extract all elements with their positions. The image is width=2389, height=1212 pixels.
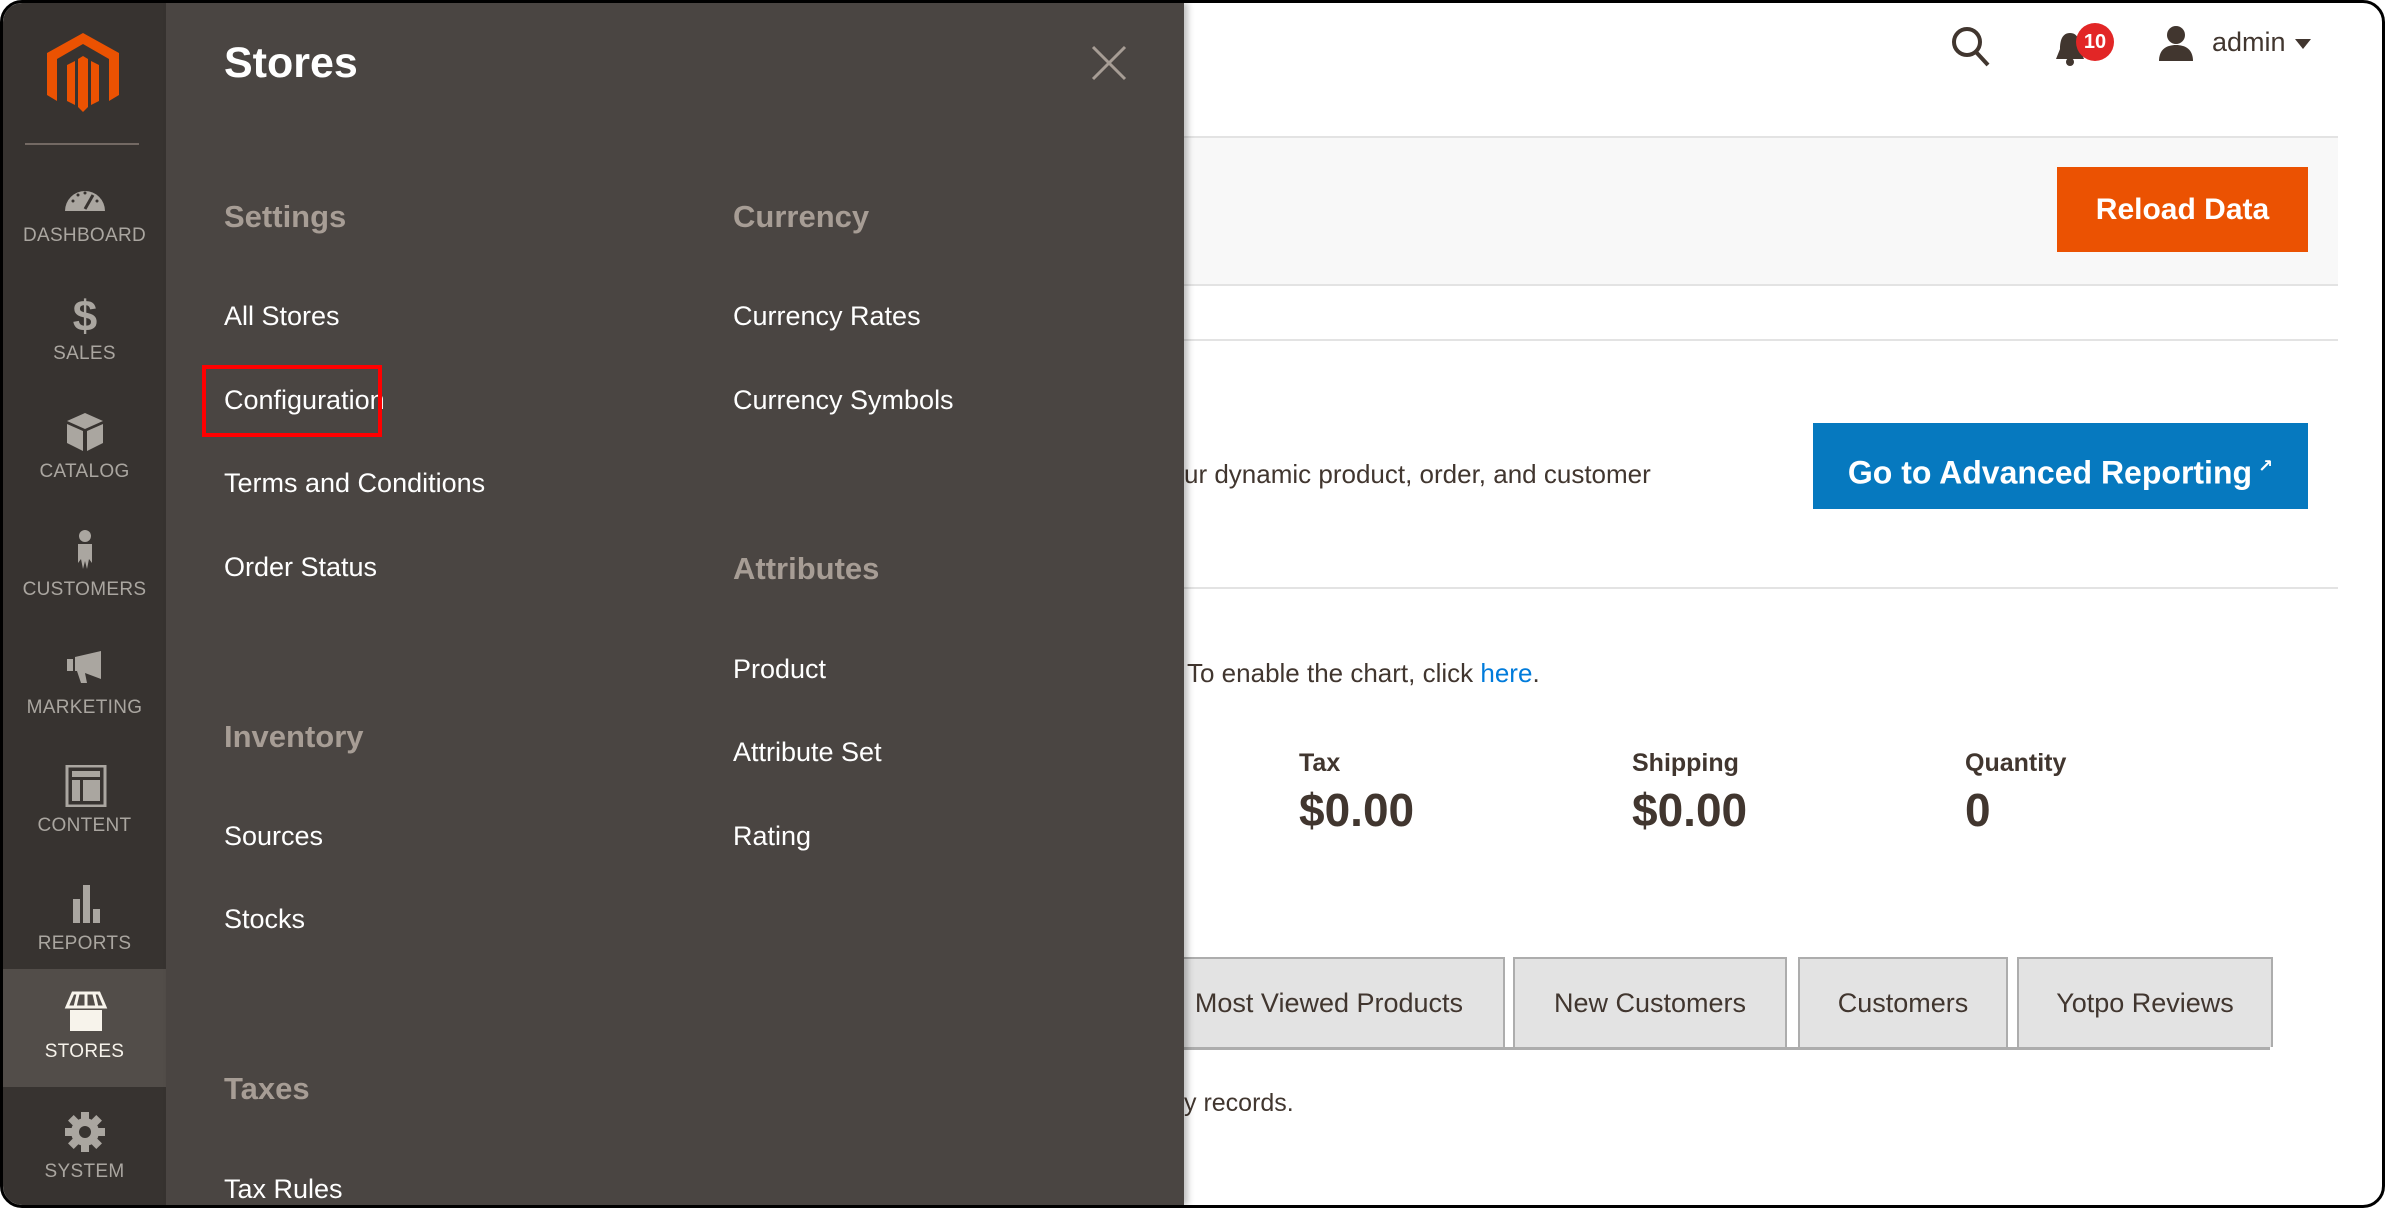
storefront-icon <box>64 991 107 1031</box>
app-window: DASHBOARD $ SALES CATALOG CUSTOMERS MARK… <box>0 0 2385 1208</box>
menu-item-stocks[interactable]: Stocks <box>224 904 305 935</box>
enable-chart-link[interactable]: here <box>1480 658 1532 688</box>
stat-label-tax: Tax <box>1299 749 1341 777</box>
section-heading-settings: Settings <box>224 199 347 234</box>
menu-item-terms-and-conditions[interactable]: Terms and Conditions <box>224 468 485 499</box>
chart-message-text: To enable the chart, click <box>1187 658 1481 688</box>
chevron-down-icon[interactable] <box>2295 39 2311 49</box>
nav-item-marketing[interactable]: MARKETING <box>3 625 166 743</box>
nav-item-label: SYSTEM <box>44 1161 125 1182</box>
no-records-message: y records. <box>1184 1089 1294 1117</box>
menu-item-order-status[interactable]: Order Status <box>224 552 377 583</box>
nav-item-catalog[interactable]: CATALOG <box>3 389 166 507</box>
chart-message-suffix: . <box>1532 658 1540 688</box>
nav-item-label: MARKETING <box>26 697 143 718</box>
close-icon[interactable] <box>1091 45 1127 81</box>
menu-item-attribute-set[interactable]: Attribute Set <box>733 737 882 768</box>
bar-chart-icon <box>72 885 100 923</box>
tabs-underline <box>1184 1047 2270 1050</box>
nav-divider <box>25 143 139 145</box>
advanced-reporting-button[interactable]: Go to Advanced Reporting ↗ <box>1813 423 2308 509</box>
notifications-count-badge[interactable]: 10 <box>2076 23 2114 61</box>
section-heading-attributes: Attributes <box>733 551 880 586</box>
reload-data-button[interactable]: Reload Data <box>2057 167 2308 252</box>
menu-item-currency-symbols[interactable]: Currency Symbols <box>733 385 954 416</box>
stat-value-tax: $0.00 <box>1299 784 1415 836</box>
section-heading-currency: Currency <box>733 199 870 234</box>
user-menu-name[interactable]: admin <box>2212 27 2286 58</box>
megaphone-icon <box>66 651 101 683</box>
nav-item-label: DASHBOARD <box>22 225 147 246</box>
gear-icon <box>64 1112 105 1152</box>
menu-item-all-stores[interactable]: All Stores <box>224 301 340 332</box>
nav-item-stores[interactable]: STORES <box>3 969 166 1087</box>
svg-text:$: $ <box>72 293 96 335</box>
external-link-icon: ↗ <box>2258 456 2274 476</box>
person-icon <box>77 530 92 569</box>
nav-item-label: CATALOG <box>39 461 130 482</box>
menu-item-tax-rules[interactable]: Tax Rules <box>224 1174 343 1205</box>
menu-item-sources[interactable]: Sources <box>224 821 323 852</box>
tab-yotpo-reviews[interactable]: Yotpo Reviews <box>2017 957 2273 1047</box>
nav-item-reports[interactable]: REPORTS <box>3 861 166 979</box>
flyout-title: Stores <box>224 39 358 87</box>
stat-label-quantity: Quantity <box>1965 749 2067 777</box>
menu-item-product[interactable]: Product <box>733 654 826 685</box>
search-icon[interactable] <box>1950 25 1992 69</box>
dollar-icon: $ <box>72 293 96 335</box>
dashboard-gauge-icon <box>64 191 105 211</box>
stat-label-shipping: Shipping <box>1632 749 1739 777</box>
nav-item-sales[interactable]: $ SALES <box>3 271 166 389</box>
tab-new-customers[interactable]: New Customers <box>1513 957 1787 1047</box>
nav-item-label: CONTENT <box>37 815 132 836</box>
stat-value-shipping: $0.00 <box>1632 784 1748 836</box>
nav-item-label: REPORTS <box>37 933 132 954</box>
advanced-reporting-label: Go to Advanced Reporting <box>1847 454 2253 491</box>
nav-item-dashboard[interactable]: DASHBOARD <box>3 153 166 271</box>
menu-item-configuration[interactable]: Configuration <box>224 385 385 416</box>
magento-logo-icon[interactable] <box>47 33 119 113</box>
admin-sidebar: DASHBOARD $ SALES CATALOG CUSTOMERS MARK… <box>3 3 166 1205</box>
section-divider <box>1184 587 2338 589</box>
user-icon[interactable] <box>2157 25 2195 61</box>
box-icon <box>66 413 103 451</box>
nav-item-content[interactable]: CONTENT <box>3 743 166 861</box>
menu-item-currency-rates[interactable]: Currency Rates <box>733 301 921 332</box>
advanced-reporting-description: ur dynamic product, order, and customer <box>1184 459 1651 489</box>
nav-item-customers[interactable]: CUSTOMERS <box>3 507 166 625</box>
nav-item-label: STORES <box>44 1041 125 1062</box>
section-heading-taxes: Taxes <box>224 1071 310 1106</box>
nav-item-label: CUSTOMERS <box>22 579 147 600</box>
tab-most-viewed-products[interactable]: Most Viewed Products <box>1153 957 1505 1047</box>
stat-value-quantity: 0 <box>1965 784 1991 836</box>
section-divider <box>1184 339 2338 341</box>
stores-flyout-menu: Stores Settings All Stores Configuration… <box>166 3 1184 1205</box>
menu-item-rating[interactable]: Rating <box>733 821 811 852</box>
layout-icon <box>65 765 106 807</box>
chart-disabled-message: To enable the chart, click here. <box>1187 658 1540 689</box>
nav-item-system[interactable]: SYSTEM <box>3 1089 166 1205</box>
nav-item-label: SALES <box>53 343 116 364</box>
nav-divider <box>25 1205 139 1207</box>
section-heading-inventory: Inventory <box>224 719 364 754</box>
tab-customers[interactable]: Customers <box>1798 957 2008 1047</box>
